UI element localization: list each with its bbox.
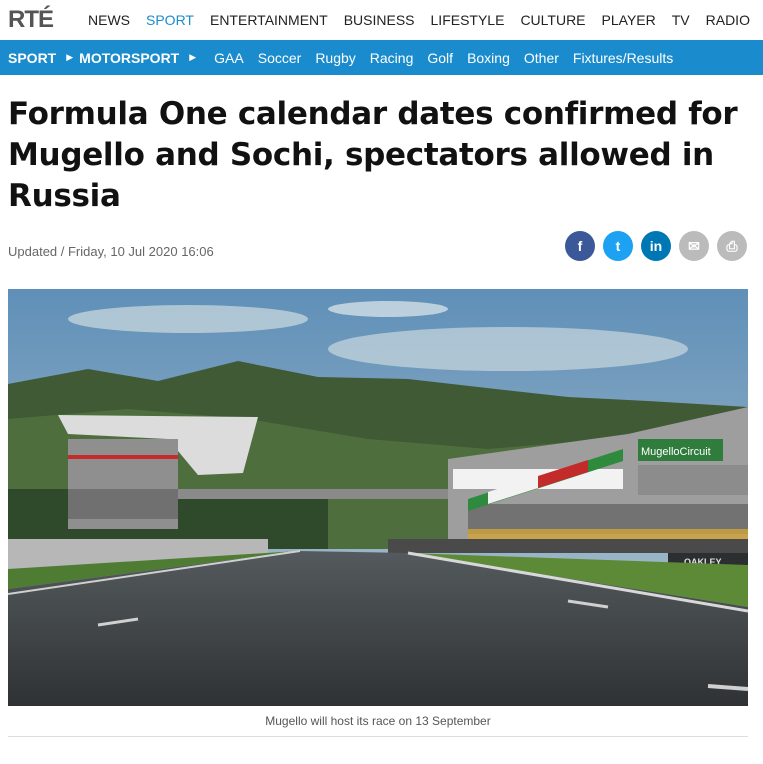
twitter-icon[interactable]: t bbox=[603, 231, 633, 261]
subnav-item-soccer[interactable]: Soccer bbox=[258, 50, 302, 66]
article-hero-image: MugelloCircuit OAKLEY bbox=[8, 289, 748, 706]
circuit-sign-text: MugelloCircuit bbox=[641, 446, 711, 458]
rte-logo[interactable]: RTÉ bbox=[8, 6, 54, 34]
subnav-item-golf[interactable]: Golf bbox=[427, 50, 453, 66]
facebook-icon[interactable]: f bbox=[565, 231, 595, 261]
image-caption: Mugello will host its race on 13 Septemb… bbox=[265, 714, 491, 728]
breadcrumb-motorsport[interactable]: MOTORSPORT bbox=[79, 50, 179, 66]
email-icon[interactable]: ✉ bbox=[679, 231, 709, 261]
top-nav-news[interactable]: NEWS bbox=[88, 12, 130, 28]
subnav-item-boxing[interactable]: Boxing bbox=[467, 50, 510, 66]
top-nav-business[interactable]: BUSINESS bbox=[344, 12, 415, 28]
top-nav-player[interactable]: PLAYER bbox=[602, 12, 656, 28]
article-updated-timestamp: Updated / Friday, 10 Jul 2020 16:06 bbox=[8, 244, 214, 259]
subnav-item-rugby[interactable]: Rugby bbox=[315, 50, 355, 66]
top-nav-radio[interactable]: RADIO bbox=[706, 12, 750, 28]
top-nav-culture[interactable]: CULTURE bbox=[520, 12, 585, 28]
subnav-item-other[interactable]: Other bbox=[524, 50, 559, 66]
subnav-item-fixtures-results[interactable]: Fixtures/Results bbox=[573, 50, 673, 66]
subnav-item-gaa[interactable]: GAA bbox=[214, 50, 244, 66]
top-nav-sport[interactable]: SPORT bbox=[146, 12, 194, 28]
subnav-item-racing[interactable]: Racing bbox=[370, 50, 414, 66]
top-navigation: RTÉ NEWS SPORT ENTERTAINMENT BUSINESS LIFEST… bbox=[0, 0, 763, 40]
subnav-items: GAA Soccer Rugby Racing Golf Boxing Other Fixtu… bbox=[214, 50, 673, 66]
top-nav-tv[interactable]: TV bbox=[672, 12, 690, 28]
breadcrumb-sport[interactable]: SPORT bbox=[8, 50, 56, 66]
top-nav-lifestyle[interactable]: LIFESTYLE bbox=[431, 12, 505, 28]
breadcrumb-arrow-icon: ▶ bbox=[66, 52, 74, 62]
breadcrumb-arrow-icon: ▶ bbox=[189, 52, 197, 62]
top-nav-list: NEWS SPORT ENTERTAINMENT BUSINESS LIFESTYLE C… bbox=[88, 12, 763, 28]
mugello-circuit-photo: MugelloCircuit OAKLEY bbox=[8, 289, 748, 706]
top-nav-entertainment[interactable]: ENTERTAINMENT bbox=[210, 12, 328, 28]
article-headline: Formula One calendar dates confirmed for… bbox=[8, 96, 738, 214]
print-icon[interactable]: ⎙ bbox=[717, 231, 747, 261]
sport-subnav: SPORT ▶ MOTORSPORT ▶ GAA Soccer Rugby Racin… bbox=[0, 40, 763, 75]
share-buttons: f t in ✉ ⎙ bbox=[565, 231, 755, 261]
divider bbox=[8, 736, 748, 737]
linkedin-icon[interactable]: in bbox=[641, 231, 671, 261]
